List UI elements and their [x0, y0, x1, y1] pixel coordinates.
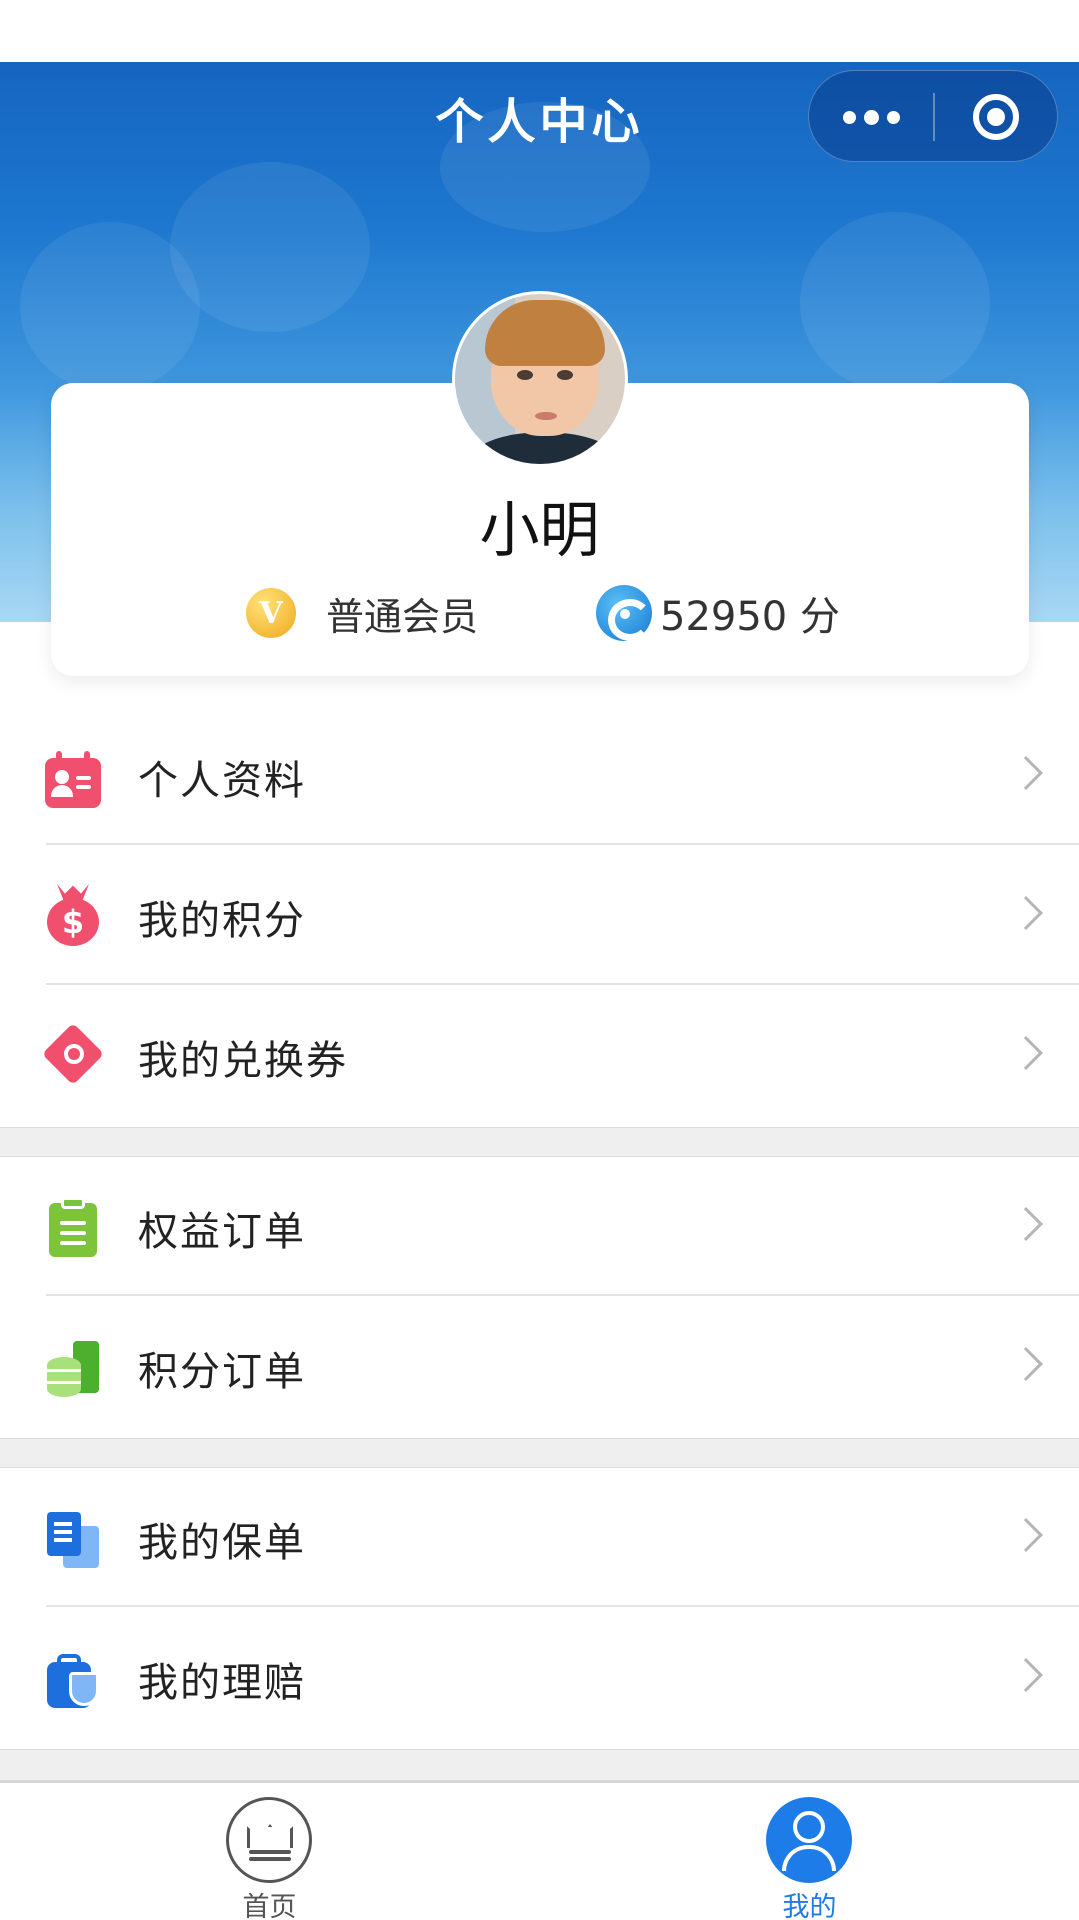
menu-item-label: 我的理赔 — [138, 1660, 306, 1706]
money-bag-icon: $ — [45, 884, 101, 946]
mini-program-capsule — [808, 70, 1058, 162]
chevron-right-icon — [1009, 1658, 1043, 1692]
section-gap — [0, 1438, 1079, 1468]
tab-me[interactable]: 我的 — [540, 1783, 1079, 1920]
divider — [46, 1294, 1079, 1296]
menu-item-coupons[interactable]: 我的兑换券 — [0, 986, 1079, 1126]
section-gap — [0, 1127, 1079, 1157]
tab-home[interactable]: 首页 — [0, 1783, 539, 1920]
claim-case-icon — [45, 1650, 101, 1708]
menu-item-benefit-orders[interactable]: 权益订单 — [0, 1157, 1079, 1297]
menu-item-policies[interactable]: 我的保单 — [0, 1468, 1079, 1608]
menu-item-label: 我的兑换券 — [138, 1038, 348, 1084]
chevron-right-icon — [1009, 756, 1043, 790]
menu-item-points[interactable]: $ 我的积分 — [0, 846, 1079, 986]
more-dots-icon[interactable] — [809, 71, 933, 163]
coupon-tag-icon — [41, 1022, 105, 1086]
divider — [46, 983, 1079, 985]
chevron-right-icon — [1009, 896, 1043, 930]
menu-item-label: 我的保单 — [138, 1520, 306, 1566]
avatar-mouth — [535, 412, 557, 420]
points-coin-icon — [596, 585, 652, 641]
menu-item-label: 我的积分 — [138, 898, 306, 944]
chevron-right-icon — [1009, 1518, 1043, 1552]
username: 小明 — [479, 496, 600, 566]
member-level-label: 普通会员 — [326, 594, 479, 639]
menu-item-label: 积分订单 — [138, 1349, 306, 1395]
menu-item-claims[interactable]: 我的理赔 — [0, 1608, 1079, 1748]
v-badge-icon: V — [246, 588, 296, 638]
chevron-right-icon — [1009, 1207, 1043, 1241]
menu-item-profile[interactable]: 个人资料 — [0, 706, 1079, 846]
avatar-eye — [517, 370, 533, 380]
points-value: 52950 分 — [660, 594, 840, 640]
capsule-divider — [933, 93, 935, 141]
menu-item-label: 权益订单 — [138, 1209, 306, 1255]
divider — [46, 843, 1079, 845]
clipboard-icon — [45, 1197, 101, 1257]
tab-home-label: 首页 — [242, 1892, 297, 1920]
chevron-right-icon — [1009, 1347, 1043, 1381]
policy-doc-icon — [45, 1510, 101, 1568]
chevron-right-icon — [1009, 1036, 1043, 1070]
tab-me-label: 我的 — [782, 1892, 837, 1920]
avatar-hair — [485, 300, 605, 366]
dot — [863, 109, 879, 125]
bubble-decoration — [170, 162, 370, 332]
menu-item-label: 个人资料 — [138, 758, 306, 804]
target-close-icon[interactable] — [973, 94, 1019, 140]
dot — [886, 110, 900, 124]
menu-item-points-orders[interactable]: 积分订单 — [0, 1297, 1079, 1437]
avatar[interactable] — [452, 291, 628, 467]
section-gap — [0, 1749, 1079, 1781]
profile-card-icon — [45, 751, 101, 808]
points-summary: 52950 分 — [596, 585, 840, 641]
tab-bar: 首页 我的 — [0, 1781, 1079, 1920]
user-icon — [766, 1797, 852, 1883]
dot — [842, 110, 856, 124]
avatar-eye — [557, 370, 573, 380]
bubble-decoration — [800, 212, 990, 392]
crown-icon — [226, 1797, 312, 1883]
member-level: V 普通会员 — [246, 585, 478, 641]
coins-order-icon — [45, 1339, 101, 1397]
divider — [46, 1605, 1079, 1607]
status-bar — [0, 0, 1079, 62]
bubble-decoration — [20, 222, 200, 392]
